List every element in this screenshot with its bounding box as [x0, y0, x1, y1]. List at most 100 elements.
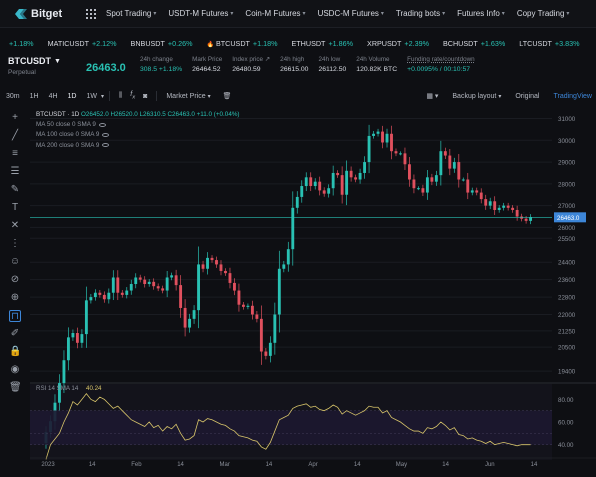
candle-body — [264, 351, 268, 356]
candle-body — [210, 257, 214, 261]
x-tick-label: May — [396, 462, 407, 468]
candle-body — [497, 207, 501, 210]
text-icon[interactable]: T — [9, 202, 21, 214]
ticker-item[interactable]: ETHUSDT +1.86% — [292, 39, 354, 48]
candle-body — [488, 201, 492, 206]
eye-icon[interactable]: ◉ — [9, 364, 21, 376]
legend-ma-100[interactable]: MA 100 close 0 SMA 9 — [36, 130, 240, 140]
candle-body — [475, 190, 479, 193]
backup-layout-button[interactable]: Backup layout ▾ — [452, 93, 501, 100]
price-tick-label: 28000 — [558, 181, 576, 188]
logo[interactable]: Bitget — [14, 8, 86, 20]
candle-body — [439, 151, 443, 176]
chevron-down-icon: ▾ — [498, 93, 502, 100]
eye-icon[interactable] — [102, 142, 110, 147]
candle-type-icon[interactable]: ⫼ — [119, 92, 122, 100]
price-type-select[interactable]: Market Price ▾ — [166, 93, 210, 100]
stat-funding-rate[interactable]: Funding rate/countdown +0.0095% / 00:10:5… — [407, 56, 475, 73]
timeframe-4h[interactable]: 4H — [49, 93, 58, 100]
camera-icon[interactable]: ◙ — [143, 93, 147, 100]
ruler-icon[interactable]: ⊘ — [9, 274, 21, 286]
stat-24h-volume: 24h Volume 120.82K BTC — [356, 56, 398, 73]
candle-body — [62, 360, 66, 384]
apps-grid-icon[interactable] — [86, 8, 96, 19]
candle-body — [354, 177, 358, 180]
ticker-item[interactable]: XRPUSDT +2.39% — [367, 39, 429, 48]
candle-body — [322, 190, 326, 194]
ticker-item[interactable]: BTCUSDT+1.18% — [206, 39, 278, 48]
nav-futures-info[interactable]: Futures Info ▾ — [457, 9, 505, 18]
symbol-selector[interactable]: BTCUSDT ▼ Perpetual — [8, 56, 78, 76]
candle-body — [416, 188, 420, 190]
emoji-icon[interactable]: ☺ — [9, 256, 21, 268]
x-tick-label: 14 — [89, 462, 96, 468]
lock-drawing-icon[interactable]: ✐ — [9, 328, 21, 340]
candle-body — [452, 162, 456, 169]
chevron-down-icon: ▾ — [380, 11, 384, 17]
original-view-tab[interactable]: Original — [515, 93, 539, 100]
rsi-tick-label: 40.00 — [558, 442, 574, 449]
lock-icon[interactable]: 🔒 — [9, 346, 21, 358]
rsi-tick-label: 60.00 — [558, 420, 574, 427]
candle-body — [89, 297, 93, 301]
brush-icon[interactable]: ✎ — [9, 184, 21, 196]
indicators-icon[interactable]: fx — [130, 91, 135, 100]
legend-ma-200[interactable]: MA 200 close 0 SMA 9 — [36, 141, 240, 151]
magnet-icon[interactable]: ⊓ — [9, 310, 21, 322]
candle-body — [125, 290, 129, 295]
candle-body — [206, 257, 209, 269]
channel-icon[interactable]: ☰ — [9, 166, 21, 178]
nav-usdc-m-futures[interactable]: USDC-M Futures ▾ — [318, 9, 384, 18]
timeframe-30m[interactable]: 30m — [6, 93, 20, 100]
timeframe-1d[interactable]: 1D — [68, 93, 77, 100]
trend-line-icon[interactable]: ╱ — [9, 130, 21, 142]
horizontal-lines-icon[interactable]: ≡ — [9, 148, 21, 160]
candle-body — [165, 277, 169, 291]
candle-body — [502, 205, 506, 208]
candle-body — [84, 300, 88, 335]
price-tick-label: 20500 — [558, 345, 576, 352]
nav-spot-trading[interactable]: Spot Trading ▾ — [106, 9, 156, 18]
ticker-strip: +1.18% MATICUSDT+2.12% BNBUSDT+0.26% BTC… — [0, 36, 596, 50]
candle-body — [506, 205, 510, 208]
candle-body — [111, 277, 115, 293]
tradingview-tab[interactable]: TradingView — [553, 93, 592, 100]
ticker-item[interactable]: BNBUSDT +0.26% — [131, 39, 193, 48]
price-chart[interactable]: 31000 30000 29000 28000 27000 26000 25500 24400… — [30, 106, 596, 477]
crosshair-icon[interactable]: + — [9, 112, 21, 124]
ticker-item[interactable]: LTCUSDT +3.83% — [519, 39, 579, 48]
zoom-in-icon[interactable]: ⊕ — [9, 292, 21, 304]
chevron-down-icon[interactable]: ▾ — [101, 93, 104, 100]
bitget-logo-icon — [15, 8, 27, 19]
candle-body — [372, 133, 375, 136]
nav-trading-bots[interactable]: Trading bots ▾ — [396, 9, 445, 18]
candle-body — [129, 284, 133, 291]
legend-ma-50[interactable]: MA 50 close 0 SMA 9 — [36, 120, 240, 130]
ticker-item[interactable]: BCHUSDT +1.63% — [443, 39, 505, 48]
timeframe-1w[interactable]: 1W — [86, 93, 97, 100]
drawing-toolbar: + ╱ ≡ ☰ ✎ T ✕ ⋮ ☺ ⊘ ⊕ ⊓ ✐ 🔒 ◉ 🗑 — [0, 106, 30, 477]
trash-icon[interactable]: 🗑 — [9, 382, 22, 394]
fib-icon[interactable]: ⋮ — [9, 238, 21, 250]
stat-index-price[interactable]: Index price ↗ 26480.59 — [232, 56, 270, 73]
candle-body — [300, 186, 304, 197]
ticker-item[interactable]: +1.18% — [6, 39, 34, 48]
nav-usdt-m-futures[interactable]: USDT-M Futures ▾ — [168, 9, 233, 18]
candle-body — [255, 314, 259, 319]
ticker-item[interactable]: MATICUSDT +2.12% — [48, 39, 117, 48]
candle-body — [515, 209, 519, 217]
layout-grid-icon[interactable]: ▦ ▾ — [426, 92, 438, 100]
trash-icon[interactable]: 🗑 — [223, 92, 232, 100]
rsi-band — [30, 410, 552, 445]
pattern-icon[interactable]: ✕ — [9, 220, 21, 232]
candle-body — [174, 275, 178, 286]
candle-body — [75, 333, 79, 343]
candle-body — [358, 172, 362, 180]
candle-body — [385, 133, 389, 143]
nav-copy-trading[interactable]: Copy Trading ▾ — [517, 9, 570, 18]
nav-coin-m-futures[interactable]: Coin-M Futures ▾ — [245, 9, 305, 18]
chevron-down-icon: ▾ — [501, 11, 505, 17]
eye-icon[interactable] — [102, 132, 110, 137]
eye-icon[interactable] — [98, 122, 106, 127]
timeframe-1h[interactable]: 1H — [30, 93, 39, 100]
